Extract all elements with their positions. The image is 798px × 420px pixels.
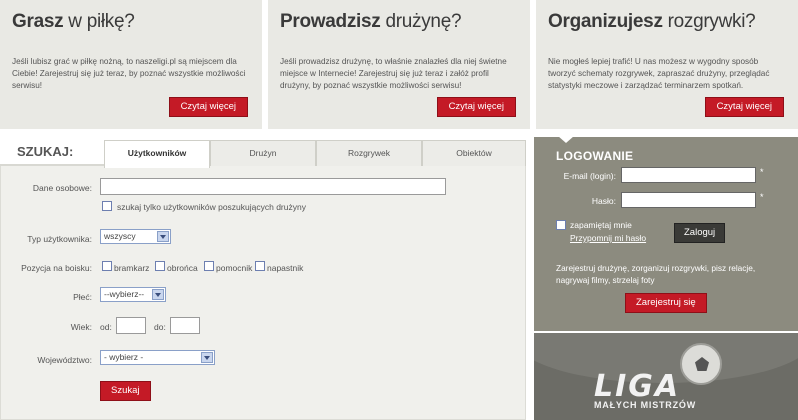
promo-box-team: Prowadzisz drużynę? Jeśli prowadzisz dru… — [268, 0, 530, 129]
promo-box-organizer: Organizujesz rozgrywki? Nie mogłeś lepie… — [536, 0, 798, 129]
login-notch — [558, 136, 574, 143]
tab-venues[interactable]: Obiektów — [422, 140, 526, 166]
chevron-down-icon — [201, 352, 213, 363]
personal-data-label: Dane osobowe: — [32, 183, 92, 193]
search-panel: SZUKAJ: Użytkowników Drużyn Rozgrywek Ob… — [0, 137, 526, 420]
promo-title-light: rozgrywki? — [667, 11, 756, 32]
seeking-team-checkbox[interactable] — [102, 201, 112, 211]
user-type-label: Typ użytkownika: — [27, 234, 92, 244]
region-label: Województwo: — [37, 355, 92, 365]
tab-teams[interactable]: Drużyn — [210, 140, 316, 166]
read-more-button[interactable]: Czytaj więcej — [704, 97, 784, 117]
promo-description: Jeśli lubisz grać w piłkę nożną, to nasz… — [12, 57, 246, 90]
logo-panel[interactable]: LIGA MAŁYCH MISTRZÓW — [534, 333, 798, 420]
age-to-input[interactable] — [170, 317, 200, 334]
promo-title: Prowadzisz drużynę? — [280, 11, 462, 33]
football-icon — [680, 343, 722, 385]
logo-sub-text: MAŁYCH MISTRZÓW — [594, 400, 696, 410]
password-required-mark: * — [760, 192, 764, 202]
promo-description: Jeśli prowadzisz drużynę, to właśnie zna… — [280, 57, 507, 90]
gender-select[interactable]: --wybierz-- — [100, 287, 166, 302]
position-label: Pozycja na boisku: — [21, 263, 92, 273]
promo-title-bold: Prowadzisz — [280, 11, 381, 32]
register-button[interactable]: Zarejestruj się — [625, 293, 707, 313]
position-checkbox-defender[interactable] — [155, 261, 165, 271]
login-button[interactable]: Zaloguj — [674, 223, 726, 243]
region-select[interactable]: - wybierz - — [100, 350, 215, 365]
tab-users[interactable]: Użytkowników — [104, 140, 210, 168]
email-label: E-mail (login): — [563, 171, 616, 181]
promo-description: Nie mogłeś lepiej trafić! U nas możesz w… — [548, 57, 770, 90]
promo-box-player: Grasz w piłkę? Jeśli lubisz grać w piłkę… — [0, 0, 262, 129]
email-required-mark: * — [760, 167, 764, 177]
position-goalkeeper-label: bramkarz — [114, 263, 150, 273]
gender-label: Płeć: — [73, 292, 92, 302]
position-checkbox-goalkeeper[interactable] — [102, 261, 112, 271]
search-label: SZUKAJ: — [17, 144, 74, 159]
chevron-down-icon — [152, 289, 164, 300]
user-type-select[interactable]: wszyscy — [100, 229, 171, 244]
age-from-label: od: — [100, 322, 112, 332]
gender-value: --wybierz-- — [104, 289, 145, 299]
email-input[interactable] — [621, 167, 756, 183]
promo-title-light: w piłkę? — [68, 11, 135, 32]
promo-title-bold: Grasz — [12, 11, 64, 32]
read-more-button[interactable]: Czytaj więcej — [168, 97, 248, 117]
read-more-button[interactable]: Czytaj więcej — [436, 97, 516, 117]
seeking-team-label: szukaj tylko użytkowników poszukujących … — [117, 202, 306, 212]
login-title: LOGOWANIE — [556, 149, 634, 163]
logo-main-text: LIGA — [594, 369, 681, 404]
tab-leagues[interactable]: Rozgrywek — [316, 140, 422, 166]
promo-title: Organizujesz rozgrywki? — [548, 11, 756, 33]
position-defender-label: obrońca — [167, 263, 198, 273]
forgot-password-link[interactable]: Przypomnij mi hasło — [570, 233, 646, 243]
remember-me-checkbox[interactable] — [556, 220, 566, 230]
user-type-value: wszyscy — [104, 231, 136, 241]
search-button[interactable]: Szukaj — [100, 381, 151, 401]
chevron-down-icon — [157, 231, 169, 242]
position-forward-label: napastnik — [267, 263, 304, 273]
remember-me-label: zapamiętaj mnie — [570, 220, 632, 230]
position-checkbox-forward[interactable] — [255, 261, 265, 271]
login-description: Zarejestruj drużynę, zorganizuj rozgrywk… — [556, 263, 756, 285]
region-value: - wybierz - — [104, 352, 144, 362]
password-label: Hasło: — [591, 196, 616, 206]
personal-data-input[interactable] — [100, 178, 446, 195]
age-from-input[interactable] — [116, 317, 146, 334]
search-form: Dane osobowe: szukaj tylko użytkowników … — [0, 166, 526, 420]
promo-title-light: drużynę? — [385, 11, 462, 32]
promo-title: Grasz w piłkę? — [12, 11, 135, 33]
password-input[interactable] — [621, 192, 756, 208]
login-panel: LOGOWANIE E-mail (login): * Hasło: * zap… — [534, 136, 798, 331]
age-label: Wiek: — [70, 322, 92, 332]
search-header: SZUKAJ: Użytkowników Drużyn Rozgrywek Ob… — [0, 137, 526, 168]
age-to-label: do: — [154, 322, 166, 332]
position-midfielder-label: pomocnik — [216, 263, 253, 273]
promo-title-bold: Organizujesz — [548, 11, 663, 32]
position-checkbox-midfielder[interactable] — [204, 261, 214, 271]
